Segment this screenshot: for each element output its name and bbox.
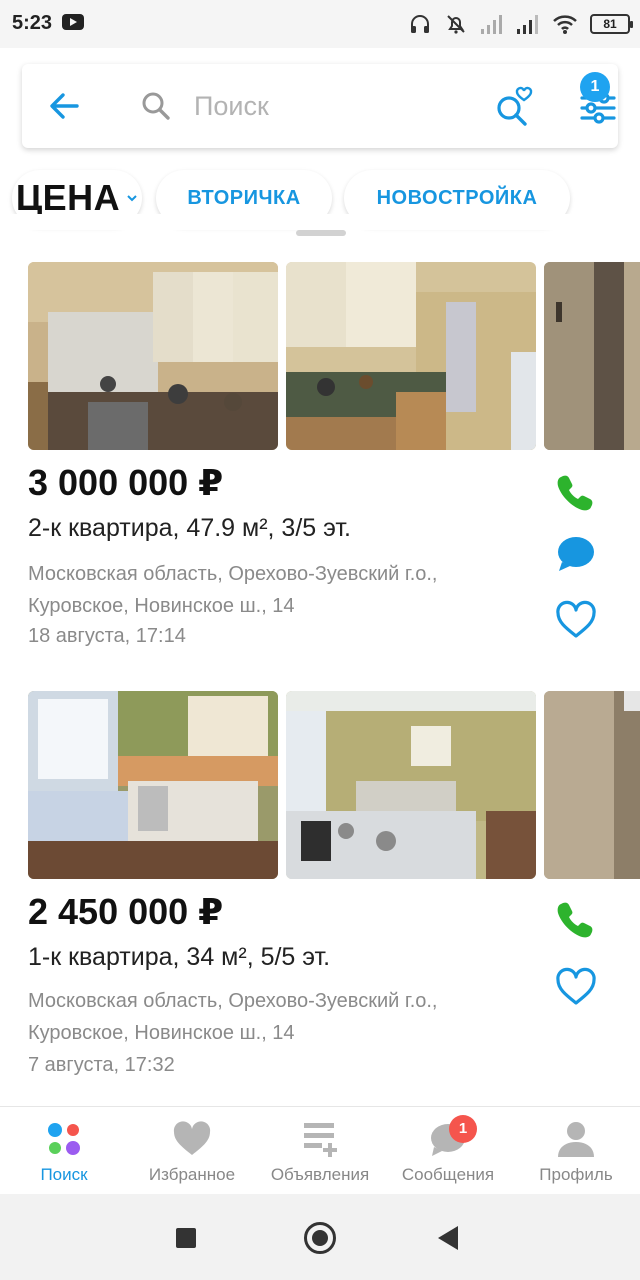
- bottom-navigation: Поиск Избранное Объявления Сообщения Про…: [0, 1106, 640, 1194]
- nav-label: Избранное: [148, 1165, 236, 1184]
- mute-bell-icon: [447, 15, 465, 34]
- phone-icon[interactable]: [554, 470, 598, 514]
- listing-photo[interactable]: [286, 691, 536, 879]
- search-icon: [142, 92, 170, 120]
- heart-icon: [173, 1121, 211, 1155]
- listing-address: Московская область, Орехово-Зуевский г.о…: [28, 563, 438, 617]
- saved-searches-icon[interactable]: [492, 84, 536, 128]
- listing-date: 18 августа, 17:14: [28, 625, 186, 647]
- nav-search[interactable]: Поиск: [0, 1107, 128, 1195]
- profile-icon: [558, 1122, 594, 1157]
- price-chip-label: ЦЕНА: [15, 177, 121, 218]
- newbuild-chip-label: НОВОСТРОЙКА: [376, 186, 538, 209]
- recents-button[interactable]: [176, 1228, 196, 1248]
- youtube-notification-icon: [62, 14, 84, 30]
- back-arrow-icon[interactable]: [44, 86, 84, 126]
- listing-address: Московская область, Орехово-Зуевский г.о…: [28, 990, 438, 1044]
- search-bar: Поиск: [22, 64, 618, 148]
- drag-handle[interactable]: [296, 230, 346, 236]
- nav-messages[interactable]: Сообщения: [384, 1107, 512, 1195]
- signal-weak-icon: [481, 15, 502, 34]
- nav-label: Сообщения: [401, 1165, 495, 1184]
- nav-label: Профиль: [539, 1165, 613, 1184]
- headphones-icon: [411, 15, 429, 33]
- wifi-icon: [553, 15, 577, 34]
- status-bar: 5:23 81: [0, 0, 640, 48]
- listing-title: 2-к квартира, 47.9 м², 3/5 эт.: [28, 514, 351, 542]
- search-dots-icon: [48, 1123, 80, 1155]
- listing-card[interactable]: 2 450 000 ₽ 1-к квартира, 34 м², 5/5 эт.…: [0, 691, 640, 1091]
- photo-carousel[interactable]: [28, 262, 640, 450]
- listing-price: 2 450 000 ₽: [28, 891, 224, 932]
- system-navigation-bar: [0, 1194, 640, 1280]
- heart-icon[interactable]: [554, 598, 598, 642]
- add-listing-icon: [304, 1123, 337, 1157]
- back-button[interactable]: [438, 1226, 458, 1250]
- listing-title: 1-к квартира, 34 м², 5/5 эт.: [28, 943, 331, 971]
- listing-card[interactable]: 3 000 000 ₽ 2-к квартира, 47.9 м², 3/5 э…: [0, 262, 640, 662]
- photo-carousel[interactable]: [28, 691, 640, 879]
- chat-icon[interactable]: [554, 532, 598, 576]
- listing-date: 7 августа, 17:32: [28, 1054, 175, 1076]
- battery-indicator: 81: [590, 14, 633, 34]
- status-icons: 81: [408, 10, 633, 38]
- messages-badge: 1: [449, 1115, 477, 1143]
- status-time: 5:23: [12, 12, 53, 34]
- chips-divider: [0, 214, 640, 230]
- listing-photo[interactable]: [544, 262, 640, 450]
- nav-listings[interactable]: Объявления: [256, 1107, 384, 1195]
- listing-photo[interactable]: [544, 691, 640, 879]
- listing-photo[interactable]: [28, 691, 278, 879]
- chevron-down-icon: [127, 195, 137, 202]
- search-input[interactable]: Поиск: [194, 91, 269, 122]
- secondary-chip-label: ВТОРИЧКА: [187, 186, 301, 209]
- filter-count-badge: 1: [580, 72, 610, 102]
- nav-favorites[interactable]: Избранное: [128, 1107, 256, 1195]
- heart-icon[interactable]: [554, 965, 598, 1009]
- listing-price: 3 000 000 ₽: [28, 462, 224, 503]
- home-button[interactable]: [304, 1222, 336, 1254]
- phone-icon[interactable]: [554, 897, 598, 941]
- nav-profile[interactable]: Профиль: [512, 1107, 640, 1195]
- listing-photo[interactable]: [28, 262, 278, 450]
- nav-label: Объявления: [270, 1165, 370, 1184]
- nav-label: Поиск: [40, 1165, 88, 1184]
- listing-photo[interactable]: [286, 262, 536, 450]
- signal-icon: [517, 15, 538, 34]
